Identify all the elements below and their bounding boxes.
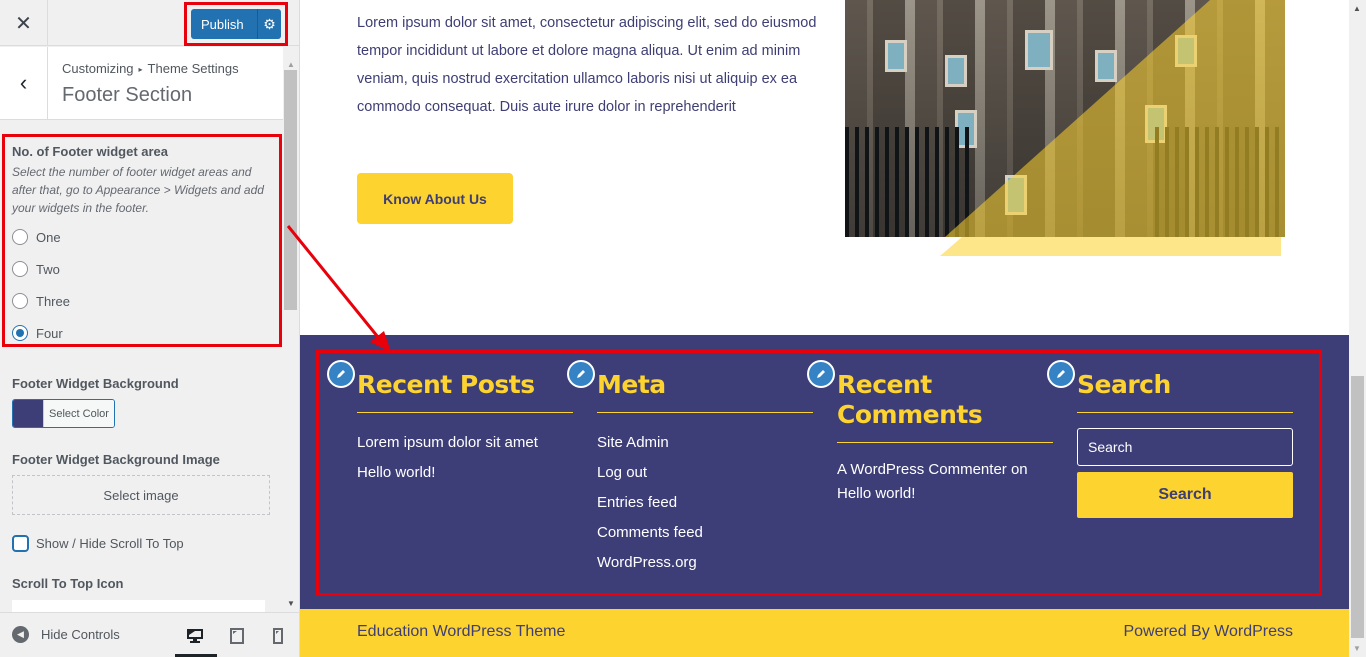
pencil-icon	[817, 370, 825, 378]
pencil-icon	[1057, 370, 1065, 378]
select-color-label: Select Color	[43, 400, 114, 427]
radio-four[interactable]: Four	[12, 324, 63, 342]
list-item[interactable]: Entries feed	[597, 488, 813, 518]
close-customizer-button[interactable]: ✕	[0, 0, 48, 46]
site-preview: Lorem ipsum dolor sit amet, consectetur …	[300, 0, 1349, 657]
scroll-up-icon[interactable]: ▲	[1353, 4, 1361, 13]
widget-title: Search	[1077, 370, 1293, 413]
tablet-icon	[230, 627, 244, 644]
radio-button[interactable]	[12, 293, 28, 309]
hide-controls-button[interactable]: ◀ Hide Controls	[12, 626, 120, 643]
section-title: Footer Section	[62, 84, 193, 106]
customizer-footer: ◀ Hide Controls	[0, 612, 299, 657]
pencil-icon	[577, 370, 585, 378]
theme-credit[interactable]: Education WordPress Theme	[357, 623, 565, 641]
building-image	[845, 0, 1285, 237]
desktop-icon	[187, 628, 203, 643]
publish-annotation-box: Publish ⚙	[184, 2, 288, 46]
know-about-us-button[interactable]: Know About Us	[357, 173, 513, 224]
widget-bg-image-label: Footer Widget Background Image	[12, 452, 220, 467]
hide-controls-label: Hide Controls	[41, 627, 120, 642]
breadcrumb: Customizing ▸ Theme Settings	[62, 61, 239, 76]
device-desktop-button[interactable]	[175, 613, 217, 657]
copyright-bar: Education WordPress Theme Powered By Wor…	[300, 609, 1349, 657]
color-swatch	[13, 400, 43, 427]
publish-label: Publish	[201, 16, 244, 32]
radio-label: Four	[36, 325, 63, 341]
breadcrumb-separator: ▸	[138, 65, 143, 75]
recent-posts-list: Lorem ipsum dolor sit amet Hello world!	[357, 428, 573, 488]
widget-title: Meta	[597, 370, 813, 413]
widget-recent-posts: Recent Posts Lorem ipsum dolor sit amet …	[357, 370, 573, 488]
widget-title: Recent Comments	[837, 370, 1053, 443]
gear-icon[interactable]: ⚙	[257, 9, 281, 39]
widget-area-description: Select the number of footer widget areas…	[12, 165, 264, 215]
about-text: Lorem ipsum dolor sit amet, consectetur …	[357, 15, 817, 115]
edit-widget-button[interactable]	[1047, 360, 1075, 388]
mobile-icon	[273, 627, 283, 644]
scrollbar-thumb[interactable]	[284, 70, 297, 310]
select-image-button[interactable]: Select image	[12, 475, 270, 515]
sidebar-scrollbar[interactable]: ▲ ▼	[283, 60, 299, 610]
edit-widget-button[interactable]	[807, 360, 835, 388]
customizer-sidebar: ✕ Publish ⚙ ‹ Customizing ▸ Theme Settings…	[0, 0, 300, 657]
section-header: ‹ Customizing ▸ Theme Settings Footer Sect…	[0, 47, 283, 120]
checkbox[interactable]	[12, 535, 29, 552]
scroll-down-icon[interactable]: ▼	[1353, 644, 1361, 653]
search-input[interactable]	[1077, 428, 1293, 466]
meta-list: Site Admin Log out Entries feed Comments…	[597, 428, 813, 578]
scroll-up-icon[interactable]: ▲	[287, 60, 295, 69]
widget-search: Search Search	[1077, 370, 1293, 518]
radio-button[interactable]	[12, 229, 28, 245]
edit-widget-button[interactable]	[327, 360, 355, 388]
close-icon: ✕	[15, 12, 32, 35]
chevron-left-icon: ‹	[19, 70, 28, 95]
select-color-button[interactable]: Select Color	[12, 399, 115, 428]
pencil-icon	[337, 370, 345, 378]
list-item[interactable]: Log out	[597, 458, 813, 488]
powered-by[interactable]: Powered By WordPress	[1123, 623, 1293, 641]
list-item[interactable]: Lorem ipsum dolor sit amet	[357, 428, 573, 458]
radio-two[interactable]: Two	[12, 260, 60, 278]
radio-label: Three	[36, 293, 70, 309]
yellow-accent-shape	[940, 237, 1281, 256]
device-tablet-button[interactable]	[217, 613, 257, 657]
edit-widget-button[interactable]	[567, 360, 595, 388]
scroll-to-top-icon-label: Scroll To Top Icon	[12, 576, 124, 591]
widget-bg-label: Footer Widget Background	[12, 376, 179, 391]
scroll-down-icon[interactable]: ▼	[287, 599, 295, 608]
scroll-to-top-icon-select[interactable]	[12, 600, 265, 612]
list-item[interactable]: Comments feed	[597, 518, 813, 548]
radio-three[interactable]: Three	[12, 292, 70, 310]
publish-button[interactable]: Publish ⚙	[191, 9, 281, 39]
search-button[interactable]: Search	[1077, 472, 1293, 518]
device-mobile-button[interactable]	[258, 613, 298, 657]
radio-one[interactable]: One	[12, 228, 61, 246]
radio-label: One	[36, 229, 61, 245]
comment-item[interactable]: A WordPress Commenter on Hello world!	[837, 458, 1053, 506]
widget-title: Recent Posts	[357, 370, 573, 413]
preview-scrollbar[interactable]: ▲ ▼	[1349, 0, 1366, 657]
breadcrumb-parent: Theme Settings	[147, 61, 239, 76]
widget-meta: Meta Site Admin Log out Entries feed Com…	[597, 370, 813, 578]
radio-label: Two	[36, 261, 60, 277]
scrollbar-thumb[interactable]	[1351, 376, 1364, 638]
customizer-header: ✕ Publish ⚙	[0, 0, 299, 46]
radio-button[interactable]	[12, 261, 28, 277]
radio-button-checked[interactable]	[12, 325, 28, 341]
yellow-overlay	[945, 0, 1285, 237]
collapse-icon: ◀	[12, 626, 29, 643]
widget-recent-comments: Recent Comments A WordPress Commenter on…	[837, 370, 1053, 506]
footer-widgets: Recent Posts Lorem ipsum dolor sit amet …	[300, 335, 1349, 609]
checkbox-label: Show / Hide Scroll To Top	[36, 536, 184, 551]
widget-area-title: No. of Footer widget area	[12, 144, 169, 159]
list-item[interactable]: WordPress.org	[597, 548, 813, 578]
list-item[interactable]: Site Admin	[597, 428, 813, 458]
breadcrumb-root: Customizing	[62, 61, 134, 76]
list-item[interactable]: Hello world!	[357, 458, 573, 488]
scroll-to-top-toggle[interactable]: Show / Hide Scroll To Top	[12, 535, 184, 552]
back-button[interactable]: ‹	[0, 47, 48, 119]
